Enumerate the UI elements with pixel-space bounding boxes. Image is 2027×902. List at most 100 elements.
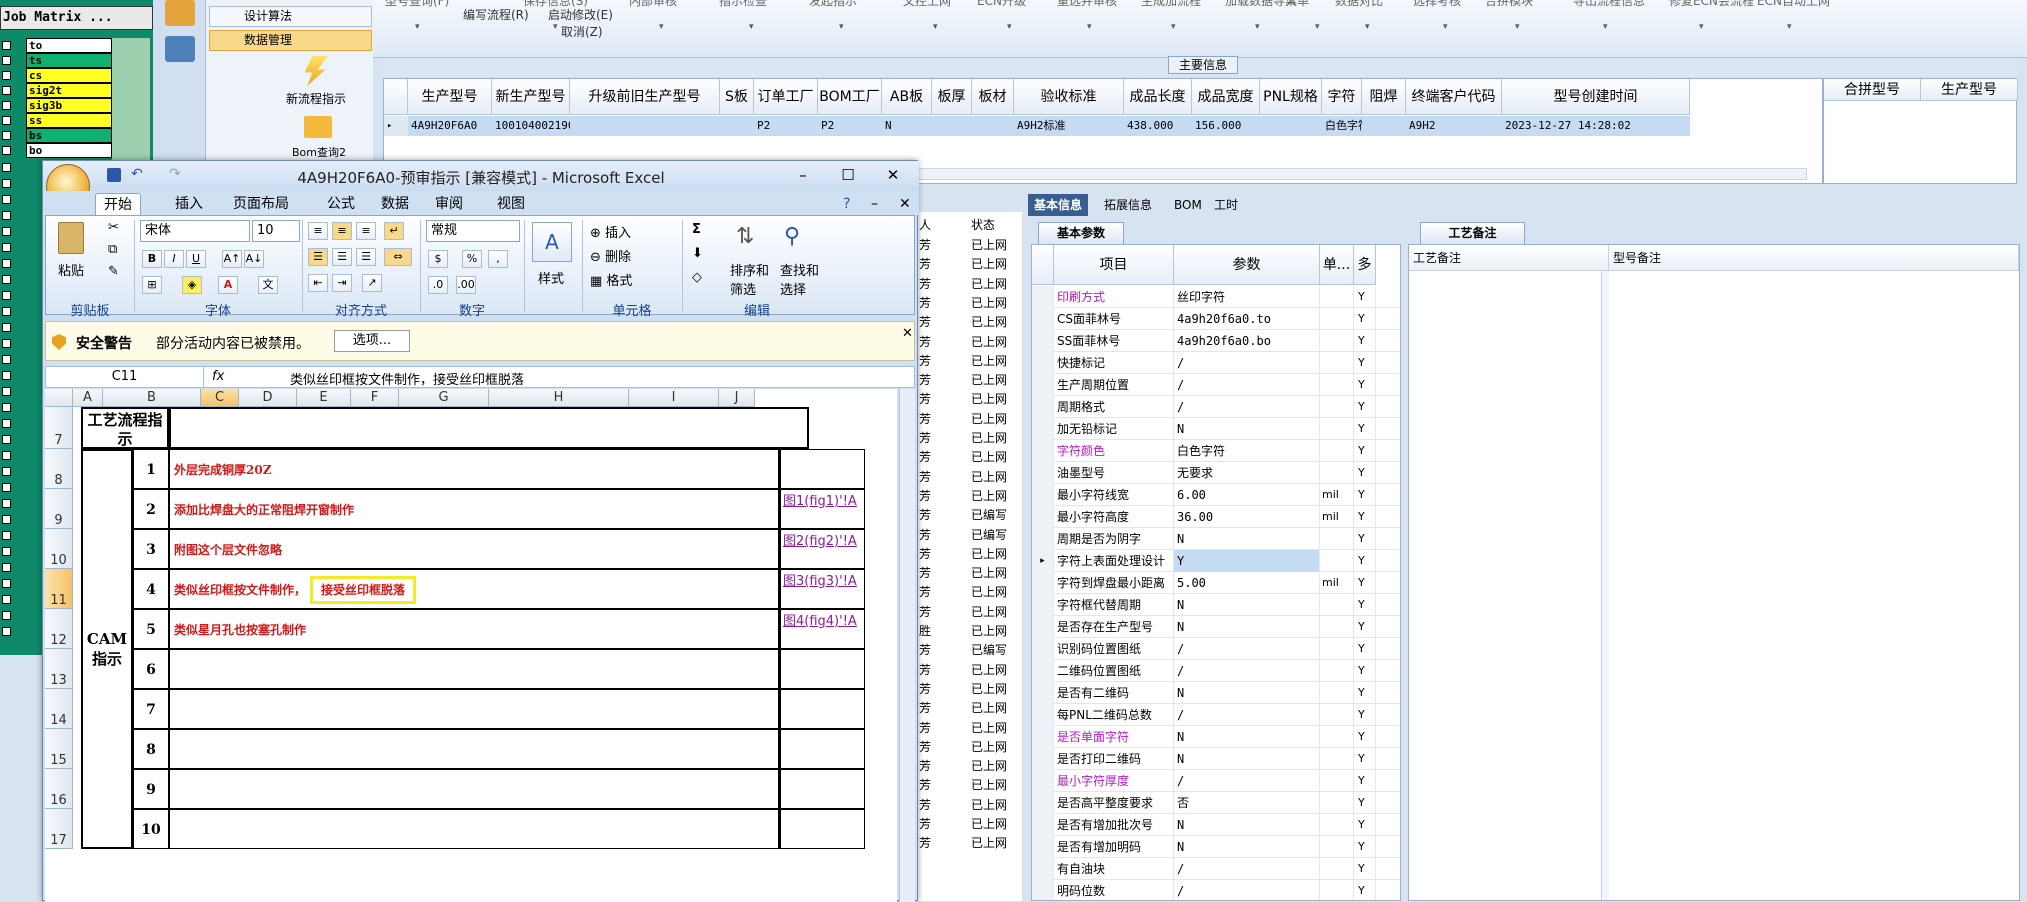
column-header[interactable]: E	[297, 389, 351, 407]
chevron-down-icon[interactable]: ▾	[933, 22, 938, 32]
item-link[interactable]: 图4(fig4)'!A	[783, 614, 857, 629]
excel-tab[interactable]: 公式	[319, 193, 363, 215]
param-value[interactable]: /	[1174, 660, 1320, 682]
layer-checkbox[interactable]	[2, 451, 11, 460]
chevron-down-icon[interactable]: ▾	[1787, 22, 1792, 32]
layer-checkbox[interactable]	[2, 86, 11, 95]
item-text-cell[interactable]: 类似星月孔也按塞孔制作	[169, 609, 779, 649]
layer-checkbox[interactable]	[2, 179, 11, 188]
toolbar-button[interactable]: 选择考核	[1413, 0, 1461, 9]
item-link-cell[interactable]: 图2(fig2)'!A	[779, 529, 865, 569]
chevron-down-icon[interactable]: ▾	[1087, 22, 1092, 32]
worksheet[interactable]: A B C D E F G H I J 7 8 9 10 11 12 13 14 15 16 17 工艺流程指示 CAM指示…	[45, 389, 897, 902]
status-row[interactable]: 芳 已上网	[915, 313, 1023, 331]
layer-checkbox[interactable]	[2, 275, 11, 284]
layer-checkbox[interactable]	[2, 307, 11, 316]
layer-checkbox[interactable]	[2, 259, 11, 268]
toolbar-button[interactable]: ECN升级	[977, 0, 1026, 9]
params-row[interactable]: 最小字符高度 36.00 mil Y	[1032, 506, 1400, 528]
param-value[interactable]: N	[1174, 528, 1320, 550]
italic-button[interactable]: I	[164, 250, 184, 268]
chevron-down-icon[interactable]: ▾	[1443, 22, 1448, 32]
params-header[interactable]: 项目	[1054, 245, 1174, 285]
right-tab[interactable]: BOM	[1168, 194, 1208, 216]
bom-query-action[interactable]: Bom查询2	[292, 144, 346, 160]
param-value[interactable]: /	[1174, 352, 1320, 374]
params-row[interactable]: ▸ 字符上表面处理设计 Y Y	[1032, 550, 1400, 572]
chevron-down-icon[interactable]: ▾	[1255, 22, 1260, 32]
bold-button[interactable]: B	[142, 250, 162, 268]
layer-checkbox[interactable]	[2, 547, 11, 556]
grid-header[interactable]: AB板	[882, 79, 932, 115]
item-number-cell[interactable]: 10	[133, 809, 169, 849]
layer-checkbox[interactable]	[2, 56, 11, 65]
grid-cell[interactable]	[1362, 116, 1406, 136]
status-row[interactable]: 芳 已上网	[915, 776, 1023, 794]
right-tab[interactable]: 基本信息	[1028, 194, 1089, 216]
job-matrix-row[interactable]: to	[0, 38, 153, 53]
grid-header[interactable]: 成品长度	[1124, 79, 1192, 115]
layer-checkbox[interactable]	[2, 419, 11, 428]
layer-checkbox[interactable]	[2, 131, 11, 140]
item-link[interactable]: 图3(fig3)'!A	[783, 574, 857, 589]
param-value[interactable]: 否	[1174, 792, 1320, 814]
layer-name[interactable]: bs	[26, 128, 112, 143]
font-size-select[interactable]: 10	[252, 220, 300, 242]
minimize-button[interactable]: –	[788, 165, 818, 185]
params-row[interactable]: 有自油块 / Y	[1032, 858, 1400, 880]
param-value[interactable]: N	[1174, 594, 1320, 616]
clear-icon[interactable]: ◇	[692, 270, 702, 285]
status-row[interactable]: 芳 已上网	[915, 333, 1023, 351]
item-number-cell[interactable]: 4	[133, 569, 169, 609]
toolbar-button[interactable]: ECN自动上网	[1757, 0, 1830, 9]
column-header[interactable]: A	[73, 389, 103, 407]
help-icon[interactable]: ?	[835, 193, 858, 215]
params-row[interactable]: 生产周期位置 / Y	[1032, 374, 1400, 396]
status-row[interactable]: 芳 已上网	[915, 429, 1023, 447]
increase-indent-icon[interactable]: ⇥	[332, 274, 352, 292]
layer-checkbox[interactable]	[2, 531, 11, 540]
grid-header[interactable]: 终端客户代码	[1406, 79, 1502, 115]
item-link-cell[interactable]	[779, 689, 865, 729]
layer-checkbox[interactable]	[2, 211, 11, 220]
border-icon[interactable]: ⊞	[142, 276, 162, 294]
layer-name[interactable]: sig2t	[26, 83, 112, 98]
close-security-icon[interactable]: ✕	[902, 326, 913, 341]
item-link[interactable]: 图2(fig2)'!A	[783, 534, 857, 549]
column-header[interactable]: G	[399, 389, 489, 407]
grid-header[interactable]: PNL规格	[1260, 79, 1322, 115]
grid-cell[interactable]: A9H2标准	[1014, 116, 1124, 136]
params-row[interactable]: CS面菲林号 4a9h20f6a0.to Y	[1032, 308, 1400, 330]
paste-icon[interactable]	[58, 222, 84, 254]
row-header[interactable]: 7	[45, 407, 73, 449]
layer-checkbox[interactable]	[2, 243, 11, 252]
chevron-down-icon[interactable]: ▾	[659, 22, 664, 32]
toolbar-button[interactable]: 指示检查	[719, 0, 767, 9]
param-value[interactable]: 无要求	[1174, 462, 1320, 484]
status-row[interactable]: 芳 已上网	[915, 680, 1023, 698]
params-row[interactable]: 字符颜色 白色字符 Y	[1032, 440, 1400, 462]
status-row[interactable]: 芳 已上网	[915, 371, 1023, 389]
param-value[interactable]: 5.00	[1174, 572, 1320, 594]
row-header[interactable]: 12	[45, 609, 73, 649]
params-row[interactable]: 是否打印二维码 N Y	[1032, 748, 1400, 770]
notes-grid[interactable]: 工艺备注 型号备注	[1408, 244, 2020, 901]
toolbar-button[interactable]: 型号查询(F)	[385, 0, 449, 9]
toolbar-button[interactable]: 生成加流程	[1141, 0, 1201, 9]
layer-checkbox[interactable]	[2, 291, 11, 300]
merge-grid[interactable]: 合拼型号 生产型号	[1823, 78, 2018, 184]
chevron-down-icon[interactable]: ▾	[1515, 22, 1520, 32]
row-header[interactable]: 10	[45, 529, 73, 569]
styles-button[interactable]: 样式	[538, 268, 564, 287]
flow-header-cell[interactable]: 工艺流程指示	[81, 407, 169, 449]
layer-checkbox[interactable]	[2, 101, 11, 110]
cut-icon[interactable]: ✂	[108, 220, 119, 235]
param-value[interactable]: /	[1174, 374, 1320, 396]
layer-checkbox[interactable]	[2, 355, 11, 364]
grid-cell[interactable]: P2	[754, 116, 818, 136]
layer-checkbox[interactable]	[2, 339, 11, 348]
shrink-font-button[interactable]: A↓	[244, 250, 264, 268]
decrease-decimal-icon[interactable]: .00	[456, 276, 476, 294]
param-value[interactable]: 白色字符	[1174, 440, 1320, 462]
params-row[interactable]: 最小字符厚度 / Y	[1032, 770, 1400, 792]
